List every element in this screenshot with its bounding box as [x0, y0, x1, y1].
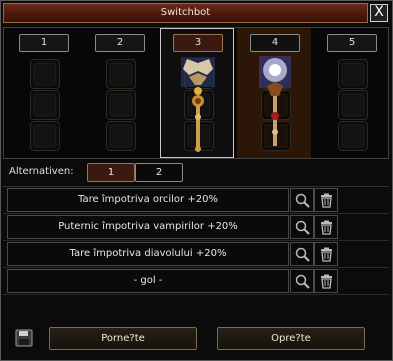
bonus-row: Tare împotriva diavolului +20%	[3, 241, 389, 268]
bonus-row: - gol -	[3, 268, 389, 295]
floppy-disk-icon[interactable]	[15, 329, 33, 347]
slot-tab-4[interactable]: 4	[250, 34, 300, 52]
search-button[interactable]	[290, 242, 314, 266]
slot-tab-5[interactable]: 5	[327, 34, 377, 52]
search-button[interactable]	[290, 269, 314, 293]
winged-staff-item-icon[interactable]	[179, 57, 217, 153]
bonus-text[interactable]: Tare împotriva orcilor +20%	[7, 188, 289, 212]
stop-button[interactable]: Opre?te	[217, 327, 365, 350]
search-icon	[295, 274, 310, 289]
slot-column-5: 5	[314, 28, 388, 158]
item-cell[interactable]	[106, 121, 136, 151]
search-button[interactable]	[290, 188, 314, 212]
slot-tab-3[interactable]: 3	[173, 34, 223, 52]
item-cell[interactable]	[30, 121, 60, 151]
switchbot-window: Switchbot X 1 2 3 4 5 Alternativen: 1 2 …	[0, 0, 393, 361]
item-cell[interactable]	[338, 90, 368, 120]
item-cell[interactable]	[338, 59, 368, 89]
search-button[interactable]	[290, 215, 314, 239]
bonus-row: Tare împotriva orcilor +20%	[3, 187, 389, 214]
slot-column-4: 4	[237, 28, 311, 158]
item-cell[interactable]	[30, 59, 60, 89]
slot-tab-1[interactable]: 1	[19, 34, 69, 52]
alternative-tab-1[interactable]: 1	[87, 163, 135, 182]
slot-column-2: 2	[82, 28, 156, 158]
trash-icon	[321, 220, 332, 235]
bonus-row: Puternic împotriva vampirilor +20%	[3, 214, 389, 241]
start-button[interactable]: Porne?te	[49, 327, 197, 350]
search-icon	[295, 247, 310, 262]
bonus-text[interactable]: - gol -	[7, 269, 289, 293]
delete-button[interactable]	[314, 242, 338, 266]
close-icon: X	[374, 4, 384, 20]
alternatives-row: Alternativen: 1 2	[3, 161, 389, 183]
delete-button[interactable]	[314, 269, 338, 293]
alternative-tab-2[interactable]: 2	[135, 163, 183, 182]
bonus-list: Tare împotriva orcilor +20% Puternic împ…	[3, 186, 389, 297]
search-icon	[295, 220, 310, 235]
close-button[interactable]: X	[370, 4, 388, 22]
window-title[interactable]: Switchbot	[3, 3, 368, 23]
trash-icon	[321, 193, 332, 208]
item-cell[interactable]	[106, 59, 136, 89]
trash-icon	[321, 247, 332, 262]
item-cell[interactable]	[338, 121, 368, 151]
bonus-text[interactable]: Puternic împotriva vampirilor +20%	[7, 215, 289, 239]
search-icon	[295, 193, 310, 208]
slot-column-3: 3	[160, 28, 234, 158]
trash-icon	[321, 274, 332, 289]
bonus-text[interactable]: Tare împotriva diavolului +20%	[7, 242, 289, 266]
slot-column-1: 1	[6, 28, 80, 158]
item-cell[interactable]	[106, 90, 136, 120]
action-bar: Porne?te Opre?te	[3, 323, 389, 357]
slot-panel: 1 2 3 4 5	[3, 27, 389, 159]
delete-button[interactable]	[314, 215, 338, 239]
slot-tab-2[interactable]: 2	[95, 34, 145, 52]
alternatives-label: Alternativen:	[9, 166, 74, 177]
orb-staff-item-icon[interactable]	[257, 56, 293, 152]
delete-button[interactable]	[314, 188, 338, 212]
item-cell[interactable]	[30, 90, 60, 120]
